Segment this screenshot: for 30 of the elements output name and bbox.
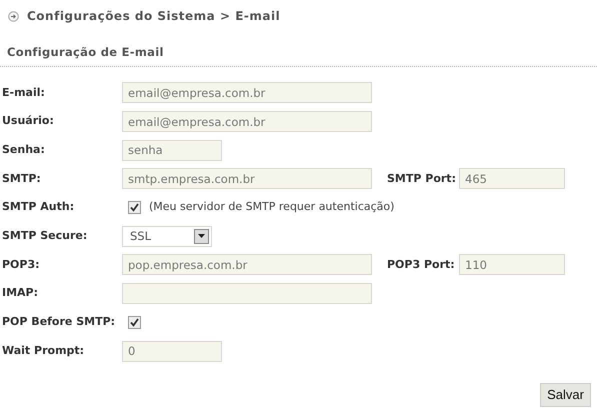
field-label: SMTP Secure: [2, 228, 88, 244]
field-label: IMAP: [2, 285, 40, 302]
field-label: POP3: [2, 256, 41, 273]
input-field[interactable]: pop.empresa.com.br [122, 254, 372, 276]
breadcrumb: Configurações do Sistema > E-mail [27, 8, 280, 25]
input-field[interactable]: email@empresa.com.br [122, 82, 372, 104]
field-label: SMTP: [2, 170, 42, 187]
caret-icon [194, 228, 209, 244]
input-field[interactable]: email@empresa.com.br [122, 111, 372, 132]
dropdown[interactable]: SSL [122, 226, 212, 247]
section-title: Configuração de E-mail [7, 45, 164, 59]
checkbox-note: (Meu servidor de SMTP requer autenticação) [149, 199, 394, 216]
field-label: SMTP Auth: [2, 199, 76, 216]
field-label: SMTP Port: [387, 170, 457, 187]
field-label: Senha: [2, 142, 46, 158]
input-field[interactable]: senha [122, 140, 222, 161]
save-button[interactable]: Salvar [540, 383, 591, 407]
field-label: E-mail: [2, 84, 46, 101]
field-label: Usuário: [2, 113, 55, 130]
field-label: POP Before SMTP: [2, 314, 116, 330]
field-label: Wait Prompt: [2, 342, 86, 359]
input-field[interactable]: smtp.empresa.com.br [122, 168, 372, 190]
input-field[interactable]: 465 [459, 168, 565, 190]
input-field[interactable]: 110 [459, 254, 565, 276]
input-field[interactable] [122, 283, 372, 304]
arrow-circle-icon [8, 10, 19, 22]
input-field[interactable]: 0 [122, 340, 222, 362]
checkbox[interactable] [128, 201, 141, 214]
checkbox[interactable] [128, 316, 141, 329]
field-label: POP3 Port: [387, 256, 456, 273]
